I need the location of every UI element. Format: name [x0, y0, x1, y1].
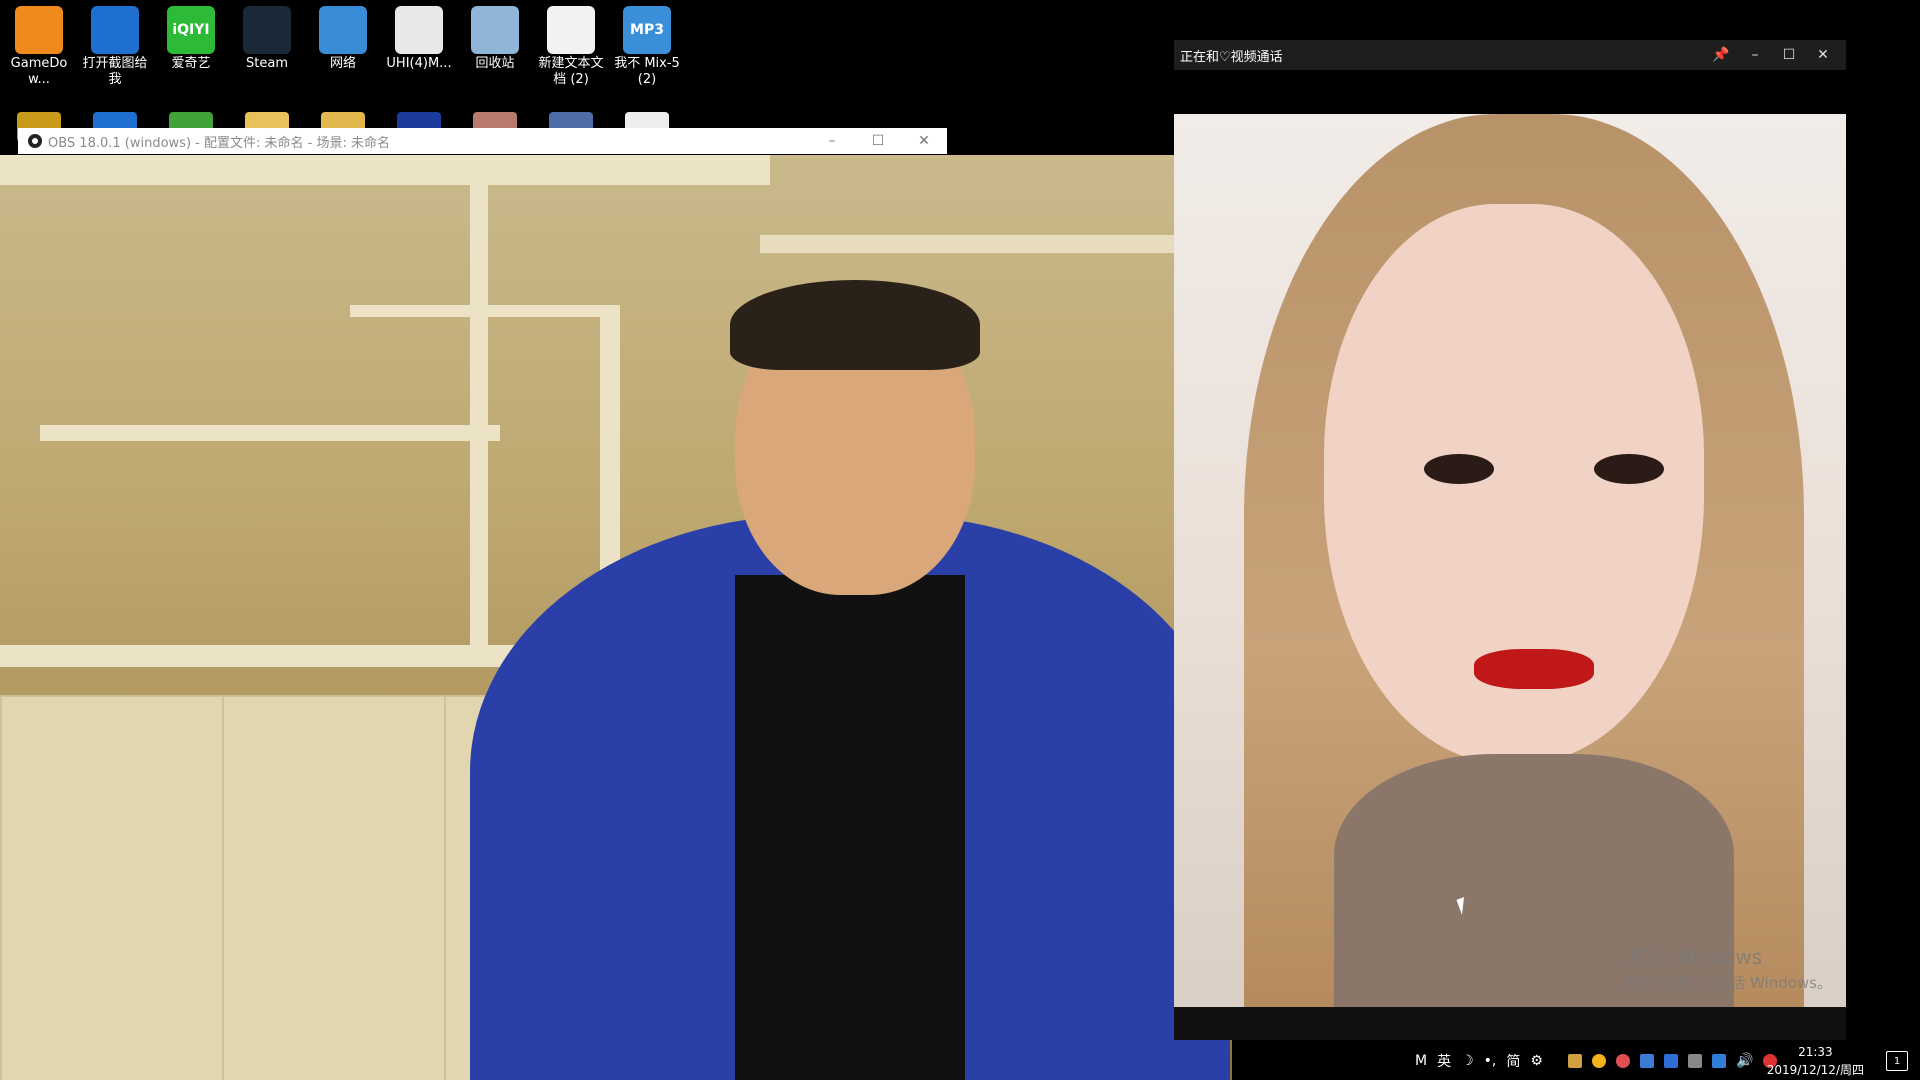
desktop-icon[interactable]: iQIYI 爱奇艺	[154, 0, 228, 72]
person-hair	[730, 280, 980, 370]
obs-close-button[interactable]: ✕	[901, 128, 947, 154]
notification-count: 1	[1893, 1055, 1901, 1067]
clock-date: 2019/12/12/周四	[1766, 1063, 1864, 1077]
taskbar-clock[interactable]: 21:33 2019/12/12/周四	[1767, 1043, 1864, 1079]
tray-qq-icon[interactable]	[1591, 1053, 1606, 1068]
obs-maximize-button[interactable]: ☐	[855, 128, 901, 154]
tray-app-icon[interactable]	[1663, 1053, 1678, 1068]
desktop-icon-label: 网络	[329, 56, 356, 71]
watermark-title: 激活 Windows	[1626, 945, 1763, 969]
video-call-bottom-bar	[1174, 1007, 1846, 1040]
obs-minimize-button[interactable]: –	[809, 128, 855, 154]
desktop-icon-label: GameDow...	[10, 56, 68, 87]
tray-app-icon[interactable]	[1711, 1053, 1726, 1068]
ime-mode-icon[interactable]: M	[1415, 1053, 1427, 1069]
desktop-icon[interactable]: 新建文本文档 (2)	[534, 0, 608, 88]
obs-camera-preview	[0, 155, 1232, 1080]
person-shirt	[735, 575, 965, 1080]
video-call-title: 正在和♡视频通话	[1180, 49, 1283, 65]
desktop-icon-label: 新建文本文档 (2)	[538, 56, 604, 87]
text-document-icon	[547, 6, 595, 54]
obs-window-title: OBS 18.0.1 (windows) - 配置文件: 未命名 - 场景: 未…	[48, 135, 390, 151]
ime-simplified-toggle[interactable]: 简	[1506, 1051, 1520, 1071]
cabinet-door-left	[0, 695, 224, 1080]
remote-eye-right	[1594, 454, 1664, 484]
video-call-maximize-button[interactable]: ☐	[1772, 40, 1806, 70]
desktop-icon[interactable]: GameDow...	[2, 0, 76, 88]
taskbar: M 英 ☽ •, 简 ⚙ 🔊 21:33 2019/12/12/周四 1	[1233, 1041, 1920, 1080]
ime-language-toggle[interactable]: 英	[1437, 1051, 1451, 1071]
remote-lips	[1474, 649, 1594, 689]
desktop-icon-label: 打开截图给我	[82, 56, 148, 87]
clock-time: 21:33	[1798, 1045, 1833, 1059]
system-tray: M 英 ☽ •, 简 ⚙ 🔊	[1233, 1041, 1782, 1080]
iqiyi-icon: iQIYI	[167, 6, 215, 54]
glass-shelf	[760, 235, 1230, 253]
remote-eye-left	[1424, 454, 1494, 484]
ime-punctuation-icon[interactable]: •,	[1484, 1053, 1497, 1069]
cabinet-door-middle	[222, 695, 446, 1080]
desktop-icon-label: 我不 Mix-5(2)	[614, 56, 680, 87]
desktop-icon-label: 回收站	[475, 56, 515, 71]
remote-video-feed: 激活 Windows 转到"设置"以激活 Windows。	[1174, 114, 1846, 1007]
action-center-icon[interactable]: 1	[1886, 1051, 1908, 1071]
shelf-box-top	[350, 305, 620, 317]
desktop-icon-label: 爱奇艺	[171, 56, 211, 71]
network-icon	[319, 6, 367, 54]
activate-windows-watermark: 激活 Windows 转到"设置"以激活 Windows。	[1626, 941, 1832, 993]
video-call-minimize-button[interactable]: –	[1738, 40, 1772, 70]
desktop-icon[interactable]: 打开截图给我	[78, 0, 152, 88]
obs-titlebar[interactable]: OBS 18.0.1 (windows) - 配置文件: 未命名 - 场景: 未…	[18, 128, 947, 154]
desktop-icon[interactable]: 网络	[306, 0, 380, 72]
watermark-subtitle: 转到"设置"以激活 Windows。	[1626, 974, 1832, 992]
teamviewer-icon	[91, 6, 139, 54]
desktop-icon-label: UHI(4)M...	[386, 56, 452, 71]
recycle-bin-icon	[471, 6, 519, 54]
gamedownloader-icon	[15, 6, 63, 54]
steam-icon	[243, 6, 291, 54]
shelf-divider	[470, 155, 488, 655]
tray-app-icon[interactable]	[1567, 1053, 1582, 1068]
ime-settings-icon[interactable]: ⚙	[1530, 1053, 1543, 1069]
network-icon[interactable]	[1687, 1053, 1702, 1068]
pin-icon[interactable]: 📌	[1704, 40, 1738, 70]
tray-browser-icon[interactable]	[1615, 1053, 1630, 1068]
obs-logo-icon	[28, 134, 42, 148]
desktop-icon[interactable]: MP3 我不 Mix-5(2)	[610, 0, 684, 88]
tray-app-icon[interactable]	[1639, 1053, 1654, 1068]
mp3-file-icon: MP3	[623, 6, 671, 54]
desktop-icon-label: Steam	[246, 56, 288, 71]
video-call-titlebar[interactable]: 正在和♡视频通话 📌 – ☐ ✕	[1174, 40, 1846, 70]
shelf-middle	[40, 425, 500, 441]
image-file-icon	[395, 6, 443, 54]
video-call-window[interactable]: 正在和♡视频通话 📌 – ☐ ✕ 激活 Windows 转到"设置"以激活 Wi…	[1174, 40, 1846, 1040]
video-call-close-button[interactable]: ✕	[1806, 40, 1840, 70]
desktop-icon[interactable]: UHI(4)M...	[382, 0, 456, 72]
desktop-icon[interactable]: 回收站	[458, 0, 532, 72]
desktop-icon[interactable]: Steam	[230, 0, 304, 72]
volume-icon[interactable]: 🔊	[1736, 1053, 1753, 1069]
ime-moon-icon[interactable]: ☽	[1461, 1053, 1474, 1069]
shelf-top	[0, 155, 770, 185]
